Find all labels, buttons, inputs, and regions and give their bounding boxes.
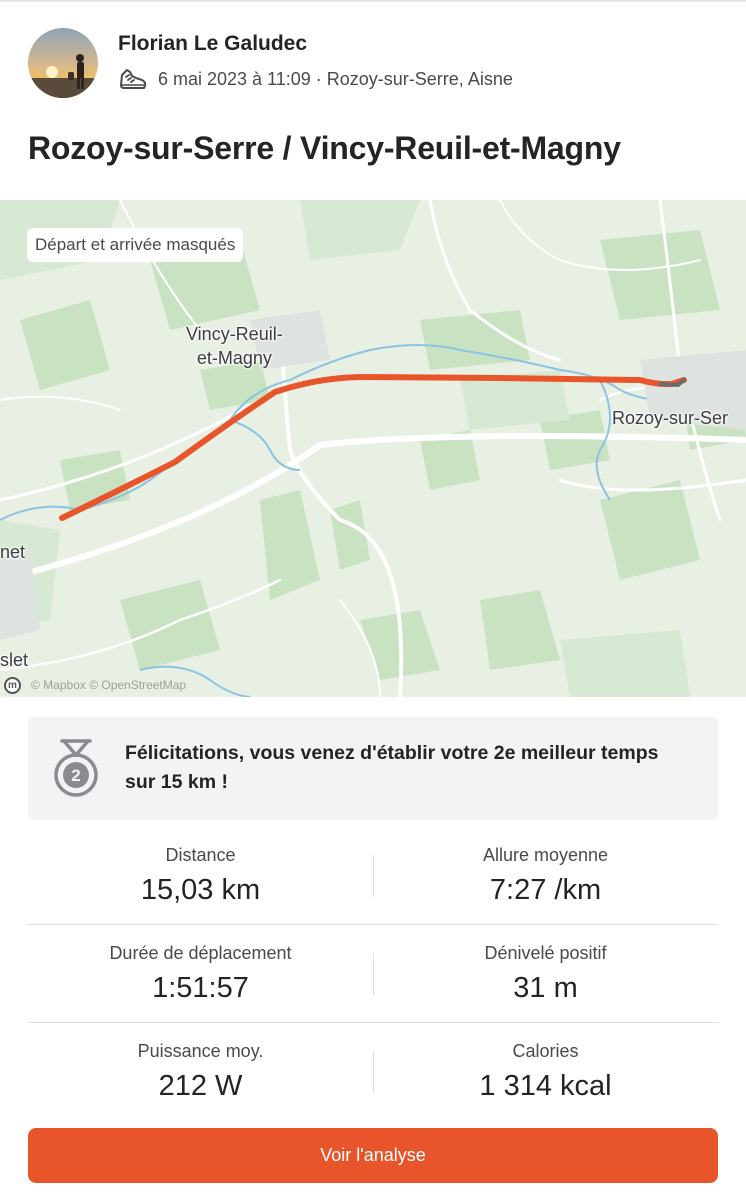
avatar[interactable]	[28, 28, 98, 98]
stat-calories: Calories 1 314 kcal	[373, 1023, 718, 1121]
svg-text:2: 2	[71, 766, 80, 785]
mapbox-logo-icon: m	[4, 676, 21, 694]
top-divider	[0, 0, 746, 2]
activity-location: Rozoy-sur-Serre, Aisne	[326, 68, 513, 89]
achievement-text: Félicitations, vous venez d'établir votr…	[125, 742, 659, 793]
stats-grid: Distance 15,03 km Allure moyenne 7:27 /k…	[28, 827, 718, 1121]
medal-2-icon: 2	[54, 739, 98, 797]
stat-label: Dénivelé positif	[484, 943, 607, 963]
activity-header: Florian Le Galudec 6 mai 2023 à 11:09 · …	[28, 28, 718, 100]
stat-row: Distance 15,03 km Allure moyenne 7:27 /k…	[28, 827, 718, 925]
stat-label: Calories	[512, 1041, 579, 1061]
athlete-name[interactable]: Florian Le Galudec	[118, 32, 307, 56]
stat-value: 7:27 /km	[489, 874, 602, 906]
activity-date: 6 mai 2023 à 11:09	[158, 68, 311, 89]
stat-label: Allure moyenne	[482, 845, 609, 865]
map-canvas	[0, 200, 746, 697]
stat-value: 212 W	[158, 1070, 243, 1102]
stat-distance: Distance 15,03 km	[28, 827, 373, 925]
view-analysis-button[interactable]: Voir l'analyse	[28, 1128, 718, 1183]
attribution-text: © Mapbox © OpenStreetMap	[31, 678, 187, 692]
stat-value: 15,03 km	[140, 874, 261, 906]
meta-separator: ·	[310, 68, 327, 89]
privacy-chip: Départ et arrivée masqués	[27, 228, 244, 262]
map-label-vincy-line2: et-Magny	[196, 348, 272, 368]
stat-value: 1:51:57	[152, 972, 249, 1004]
map-label-vincy-line1: Vincy-Reuil-	[186, 324, 283, 344]
map-label-rozoy: Rozoy-sur-Ser	[612, 408, 729, 428]
achievement-banner[interactable]: 2 Félicitations, vous venez d'établir vo…	[28, 717, 718, 820]
map-label-vincy: Vincy-Reuil- et-Magny	[186, 322, 283, 370]
map-label-left-bottom: slet	[0, 650, 29, 670]
activity-map[interactable]: Départ et arrivée masqués Vincy-Reuil- e…	[0, 200, 746, 697]
map-label-left-mid: net	[0, 542, 26, 562]
stat-label: Durée de déplacement	[109, 943, 292, 963]
stat-value: 31 m	[513, 972, 578, 1004]
stat-elevation: Dénivelé positif 31 m	[373, 925, 718, 1023]
map-attribution[interactable]: m © Mapbox © OpenStreetMap	[4, 675, 186, 695]
stat-row: Puissance moy. 212 W Calories 1 314 kcal	[28, 1023, 718, 1121]
running-shoe-icon	[120, 69, 147, 89]
stat-row: Durée de déplacement 1:51:57 Dénivelé po…	[28, 925, 718, 1023]
stat-pace: Allure moyenne 7:27 /km	[373, 827, 718, 925]
activity-title[interactable]: Rozoy-sur-Serre / Vincy-Reuil-et-Magny	[28, 130, 621, 167]
stat-label: Puissance moy.	[137, 1041, 264, 1061]
stat-value: 1 314 kcal	[479, 1070, 612, 1102]
stat-power: Puissance moy. 212 W	[28, 1023, 373, 1121]
stat-moving-time: Durée de déplacement 1:51:57	[28, 925, 373, 1023]
stat-label: Distance	[165, 845, 236, 865]
activity-meta: 6 mai 2023 à 11:09 · Rozoy-sur-Serre, Ai…	[118, 66, 513, 92]
